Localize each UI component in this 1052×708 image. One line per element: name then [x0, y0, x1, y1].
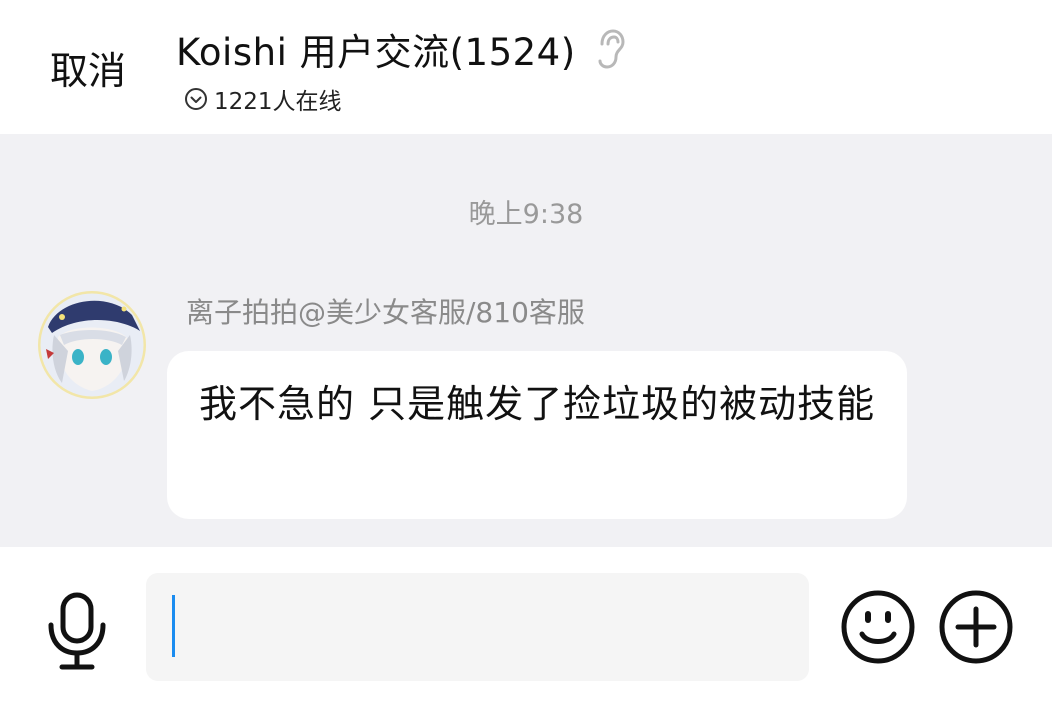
chat-area[interactable]: 晚上9:38 离子拍拍@美少女客服/810客服 我不急的 只是触发了捡垃圾的被动…	[0, 134, 1052, 547]
microphone-icon[interactable]	[44, 591, 110, 671]
cancel-button[interactable]: 取消	[50, 40, 126, 95]
ear-icon[interactable]	[594, 28, 626, 70]
chevron-circle-icon	[185, 88, 207, 110]
smiley-icon[interactable]	[840, 589, 916, 665]
title-row: Koishi 用户交流(1524)	[176, 22, 626, 76]
avatar[interactable]	[38, 291, 146, 399]
message-bubble[interactable]: 我不急的 只是触发了捡垃圾的被动技能	[167, 351, 907, 519]
text-caret	[172, 595, 175, 657]
message-timestamp: 晚上9:38	[468, 199, 584, 230]
input-bar	[0, 547, 1052, 708]
sender-name[interactable]: 离子拍拍@美少女客服/810客服	[186, 291, 585, 331]
message-input[interactable]	[146, 573, 809, 681]
plus-circle-icon[interactable]	[938, 589, 1014, 665]
chat-header: 取消 Koishi 用户交流(1524) 1221人在线	[0, 0, 1052, 134]
group-title[interactable]: Koishi 用户交流(1524)	[176, 22, 576, 76]
message-text: 我不急的 只是触发了捡垃圾的被动技能	[199, 382, 876, 426]
online-status[interactable]: 1221人在线	[184, 82, 342, 116]
online-count: 1221人在线	[214, 89, 342, 115]
